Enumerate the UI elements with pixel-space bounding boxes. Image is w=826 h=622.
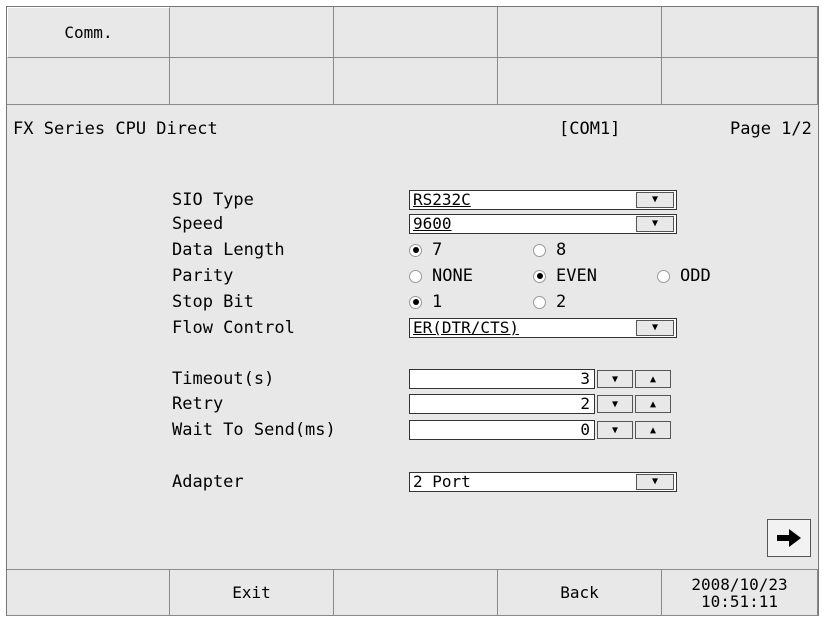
triangle-down-icon[interactable]: ▼ — [636, 216, 674, 232]
wait-to-send-decrement-button[interactable]: ▼ — [597, 421, 633, 439]
speed-value: 9600 — [413, 214, 452, 233]
triangle-down-icon[interactable]: ▼ — [636, 320, 674, 336]
tab-blank-3[interactable] — [498, 7, 662, 58]
date-text: 2008/10/23 — [691, 574, 788, 594]
tab-blank-2[interactable] — [334, 7, 498, 58]
triangle-up-icon: ▲ — [649, 373, 657, 385]
parity-label: Parity — [172, 266, 234, 286]
stop-bit-option-label: 1 — [432, 292, 443, 312]
tab-comm[interactable]: Comm. — [7, 7, 170, 58]
triangle-down-icon: ▼ — [611, 373, 619, 385]
page-indicator: Page 1/2 — [730, 119, 812, 139]
wait-to-send-input[interactable]: 0 — [409, 420, 595, 440]
tab-blank-1[interactable] — [170, 7, 334, 58]
arrow-right-icon — [777, 529, 801, 547]
adapter-label: Adapter — [172, 472, 244, 492]
flow-control-label: Flow Control — [172, 318, 295, 338]
timeout-increment-button[interactable]: ▲ — [635, 370, 671, 388]
footer-blank-2[interactable] — [334, 569, 498, 616]
radio-selected-icon — [533, 269, 546, 283]
triangle-down-icon: ▼ — [611, 398, 619, 410]
radio-selected-icon — [409, 243, 422, 257]
page-title: FX Series CPU Direct — [13, 119, 218, 139]
retry-input[interactable]: 2 — [409, 394, 595, 414]
back-button[interactable]: Back — [498, 569, 662, 616]
parity-radio-even[interactable]: EVEN — [533, 266, 597, 286]
adapter-value: 2 Port — [413, 472, 471, 491]
stop-bit-option-label: 2 — [556, 292, 567, 312]
tab-blank-4[interactable] — [662, 7, 818, 58]
parity-radio-none[interactable]: NONE — [409, 266, 473, 286]
radio-unselected-icon — [533, 295, 546, 309]
data-length-radio-8[interactable]: 8 — [533, 240, 566, 260]
exit-label: Exit — [232, 583, 271, 602]
retry-decrement-button[interactable]: ▼ — [597, 395, 633, 413]
sio-type-label: SIO Type — [172, 190, 254, 210]
data-length-label: Data Length — [172, 240, 285, 260]
stop-bit-radio-1[interactable]: 1 — [409, 292, 442, 312]
flow-control-value: ER(DTR/CTS) — [413, 318, 519, 337]
flow-control-select[interactable]: ER(DTR/CTS) ▼ — [409, 318, 677, 338]
tab-row2-1[interactable] — [7, 58, 170, 105]
timeout-label: Timeout(s) — [172, 369, 275, 389]
triangle-down-icon: ▼ — [611, 424, 619, 436]
stop-bit-radio-2[interactable]: 2 — [533, 292, 566, 312]
timeout-decrement-button[interactable]: ▼ — [597, 370, 633, 388]
speed-label: Speed — [172, 214, 224, 234]
adapter-select[interactable]: 2 Port ▼ — [409, 472, 677, 492]
footer-blank-1[interactable] — [7, 569, 170, 616]
wait-to-send-increment-button[interactable]: ▲ — [635, 421, 671, 439]
parity-option-label: NONE — [432, 266, 473, 286]
data-length-option-label: 7 — [432, 240, 443, 260]
triangle-down-icon[interactable]: ▼ — [636, 474, 674, 490]
radio-unselected-icon — [657, 269, 670, 283]
tab-row2-5[interactable] — [662, 58, 818, 105]
tab-row2-2[interactable] — [170, 58, 334, 105]
parity-option-label: EVEN — [556, 266, 597, 286]
radio-unselected-icon — [409, 269, 422, 283]
time-text: 10:51:11 — [700, 591, 779, 611]
radio-selected-icon — [409, 295, 422, 309]
triangle-up-icon: ▲ — [649, 398, 657, 410]
sio-type-value: RS232C — [413, 190, 471, 209]
data-length-option-label: 8 — [556, 240, 567, 260]
tab-row2-3[interactable] — [334, 58, 498, 105]
speed-select[interactable]: 9600 ▼ — [409, 214, 677, 234]
retry-increment-button[interactable]: ▲ — [635, 395, 671, 413]
screen: Comm. FX Series CPU Direct [COM1] Page 1… — [6, 6, 819, 616]
back-label: Back — [560, 583, 599, 602]
data-length-radio-7[interactable]: 7 — [409, 240, 442, 260]
tab-row2-4[interactable] — [498, 58, 662, 105]
port-indicator: [COM1] — [559, 119, 621, 139]
retry-label: Retry — [172, 394, 224, 414]
parity-radio-odd[interactable]: ODD — [657, 266, 711, 286]
triangle-up-icon: ▲ — [649, 424, 657, 436]
radio-unselected-icon — [533, 243, 546, 257]
tab-comm-label: Comm. — [64, 23, 113, 42]
next-page-button[interactable] — [767, 519, 811, 557]
wait-to-send-label: Wait To Send(ms) — [172, 420, 336, 440]
parity-option-label: ODD — [680, 266, 711, 286]
datetime-display: 2008/10/23 10:51:11 — [662, 569, 818, 616]
timeout-input[interactable]: 3 — [409, 369, 595, 389]
stop-bit-label: Stop Bit — [172, 292, 254, 312]
triangle-down-icon[interactable]: ▼ — [636, 192, 674, 208]
exit-button[interactable]: Exit — [170, 569, 334, 616]
sio-type-select[interactable]: RS232C ▼ — [409, 190, 677, 210]
